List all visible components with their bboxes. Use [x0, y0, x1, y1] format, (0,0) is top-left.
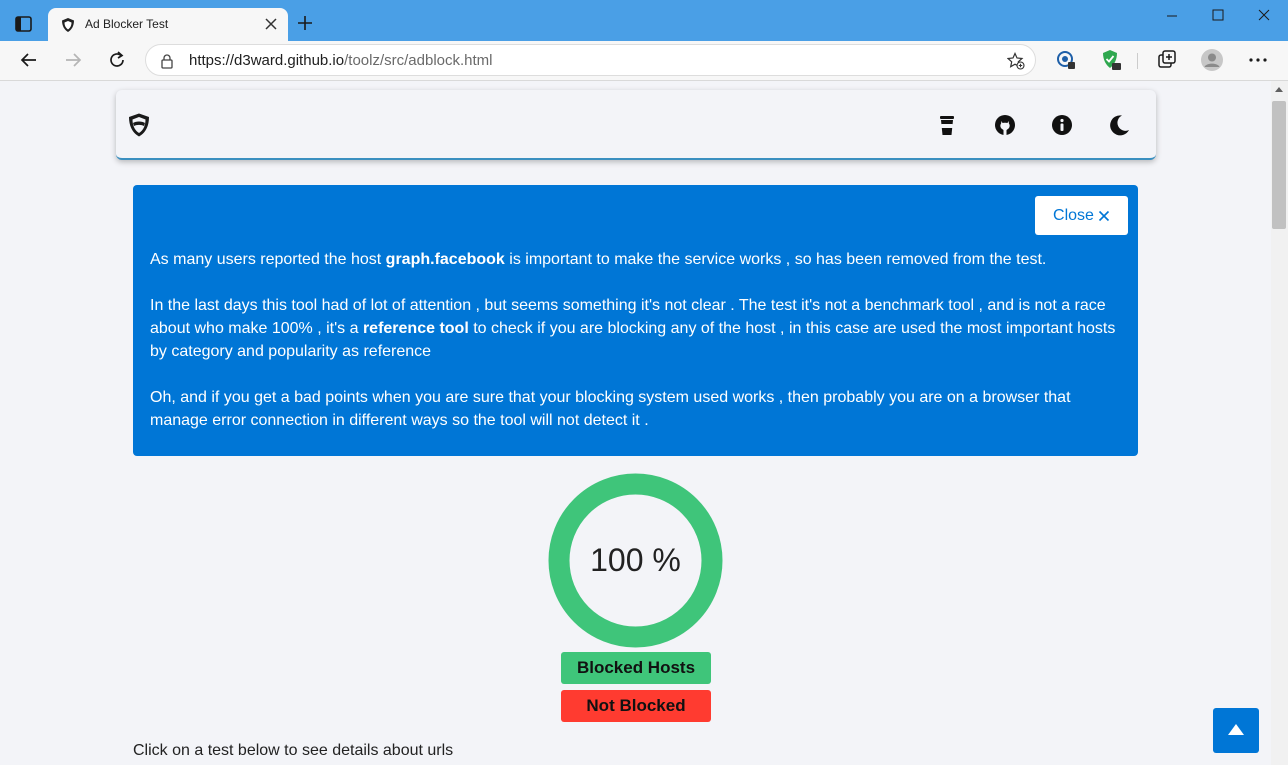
- tab-title: Ad Blocker Test: [85, 17, 169, 31]
- moon-icon[interactable]: [1108, 114, 1130, 136]
- close-alert-label: Close: [1053, 206, 1094, 224]
- shield-logo-icon[interactable]: [126, 112, 152, 138]
- scroll-to-top-button[interactable]: [1213, 708, 1259, 753]
- url-path: /toolz/src/adblock.html: [344, 52, 493, 69]
- forward-arrow-icon[interactable]: [62, 49, 84, 71]
- coffee-cup-icon[interactable]: [936, 114, 958, 136]
- score-percent: 100 %: [590, 542, 681, 578]
- alert-p1-text-b: is important to make the service works ,…: [504, 251, 1047, 268]
- favorites-star-icon[interactable]: [1007, 52, 1025, 70]
- refresh-icon[interactable]: [106, 49, 128, 71]
- more-options-icon[interactable]: [1247, 49, 1269, 71]
- browser-title-bar: Ad Blocker Test: [0, 0, 1288, 41]
- back-arrow-icon[interactable]: [18, 49, 40, 71]
- maximize-icon[interactable]: [1196, 6, 1240, 26]
- browser-toolbar: https://d3ward.github.io/toolz/src/adblo…: [0, 41, 1288, 81]
- shield-favicon-icon: [62, 18, 74, 32]
- blocked-hosts-badge[interactable]: Blocked Hosts: [561, 652, 711, 684]
- alert-p1-host: graph.facebook: [385, 251, 505, 268]
- lock-icon[interactable]: [160, 53, 174, 69]
- github-icon[interactable]: [994, 114, 1016, 136]
- scrollbar-thumb[interactable]: [1272, 101, 1286, 229]
- arrow-up-icon: [1228, 724, 1244, 735]
- url-text: https://d3ward.github.io/toolz/src/adblo…: [189, 52, 493, 69]
- score-gauge: 100 %: [548, 473, 723, 648]
- info-icon[interactable]: [1051, 114, 1073, 136]
- page-content: Close As many users reported the host gr…: [0, 81, 1271, 765]
- not-blocked-badge[interactable]: Not Blocked: [561, 690, 711, 722]
- shield-extension-icon[interactable]: [1100, 49, 1122, 71]
- info-alert: Close As many users reported the host gr…: [133, 185, 1138, 456]
- alert-p1-text-a: As many users reported the host: [150, 251, 386, 268]
- browser-tab[interactable]: Ad Blocker Test: [48, 8, 288, 41]
- alert-p2-emphasis: reference tool: [362, 320, 469, 337]
- site-navbar: [116, 90, 1156, 160]
- profile-avatar-icon[interactable]: [1201, 49, 1223, 71]
- close-tab-icon[interactable]: [264, 17, 278, 31]
- minimize-icon[interactable]: [1150, 6, 1194, 26]
- new-tab-icon[interactable]: [296, 14, 314, 32]
- alert-paragraph-3: Oh, and if you get a bad points when you…: [150, 389, 1071, 429]
- scroll-up-arrow-icon[interactable]: [1275, 87, 1283, 92]
- test-details-hint: Click on a test below to see details abo…: [133, 742, 454, 759]
- address-bar[interactable]: https://d3ward.github.io/toolz/src/adblo…: [145, 44, 1036, 76]
- close-alert-button[interactable]: Close: [1035, 196, 1128, 235]
- collections-icon[interactable]: [1156, 49, 1178, 71]
- extension-icon[interactable]: [1055, 49, 1077, 71]
- close-icon: [1098, 210, 1110, 221]
- alert-paragraph-1: As many users reported the host graph.fa…: [150, 248, 1125, 271]
- alert-paragraph-2: In the last days this tool had of lot of…: [150, 294, 1125, 363]
- toolbar-separator: [1137, 53, 1138, 69]
- close-window-icon[interactable]: [1242, 6, 1286, 26]
- tab-actions-icon[interactable]: [14, 14, 34, 34]
- page-scrollbar[interactable]: [1271, 81, 1288, 765]
- url-host: https://d3ward.github.io: [189, 52, 345, 69]
